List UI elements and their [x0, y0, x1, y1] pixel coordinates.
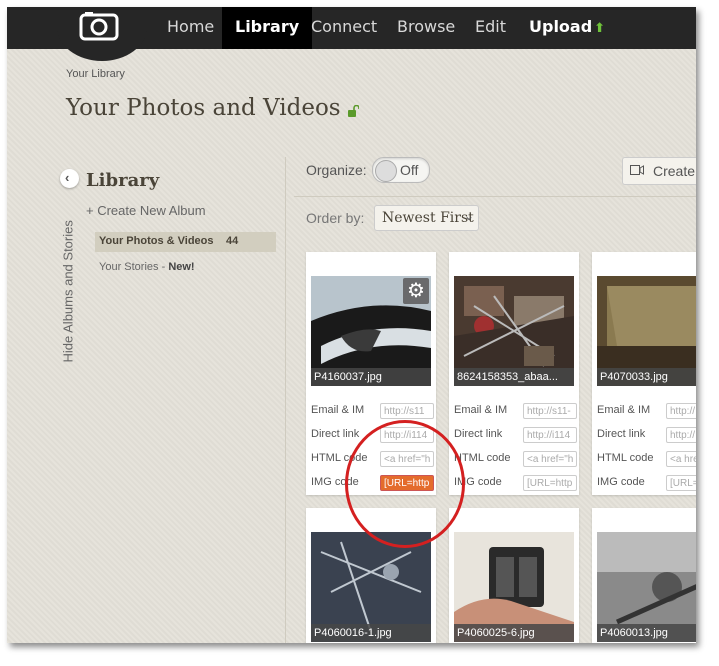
library-heading: Library	[86, 170, 160, 191]
divider	[285, 157, 286, 643]
photo-card[interactable]: P4060025-6.jpg	[449, 508, 579, 643]
photo-thumbnail[interactable]: P4060025-6.jpg	[454, 532, 574, 642]
nav-library[interactable]: Library	[222, 7, 313, 49]
sidebar-item-label: Your Photos & Videos	[99, 235, 214, 247]
direct-link-label: Direct link	[597, 428, 646, 440]
email-im-label: Email & IM	[311, 404, 365, 416]
direct-link-field[interactable]: http://i114	[523, 427, 577, 443]
img-code-label: IMG code	[597, 476, 645, 488]
photo-caption: P4060025-6.jpg	[454, 624, 574, 642]
photo-caption: 8624158353_abaa...	[454, 368, 574, 386]
photo-caption: P4060013.jpg	[597, 624, 696, 642]
email-im-label: Email & IM	[597, 404, 651, 416]
img-code-field[interactable]: [URL=http	[523, 475, 577, 491]
nav-upload-label: Upload	[529, 17, 593, 36]
orderby-label: Order by:	[306, 210, 365, 226]
photo-caption: P4070033.jpg	[597, 368, 696, 386]
gear-icon[interactable]: ⚙	[403, 278, 429, 304]
email-im-label: Email & IM	[454, 404, 508, 416]
email-im-field[interactable]: http://	[666, 403, 696, 419]
nav-home[interactable]: Home	[157, 7, 224, 49]
arrow-up-icon: ⬆	[594, 21, 606, 36]
html-code-field[interactable]: <a href	[666, 451, 696, 467]
create-button[interactable]: Create	[622, 157, 696, 185]
chevron-left-icon: ‹	[65, 170, 70, 185]
new-badge: New!	[168, 261, 195, 273]
nav-connect[interactable]: Connect	[301, 7, 387, 49]
nav-browse[interactable]: Browse	[387, 7, 465, 49]
create-label: Create	[653, 163, 696, 179]
hide-sidebar-button[interactable]: ‹	[60, 169, 79, 188]
toggle-knob	[375, 160, 397, 182]
direct-link-label: Direct link	[454, 428, 503, 440]
html-code-field[interactable]: <a href="h	[523, 451, 577, 467]
photo-thumbnail[interactable]: ⚙ P4160037.jpg	[311, 276, 431, 386]
page-title: Your Photos and Videos	[66, 95, 341, 121]
photo-thumbnail[interactable]: P4060016-1.jpg	[311, 532, 431, 642]
photo-thumbnail[interactable]: P4070033.jpg	[597, 276, 696, 386]
slideshow-icon	[630, 165, 644, 175]
sidebar-item-label: Your Stories -	[99, 261, 166, 273]
orderby-value: Newest First	[382, 210, 474, 226]
photo-card[interactable]: 8624158353_abaa... Email & IM http://s11…	[449, 252, 579, 495]
sidebar-item-photos-videos[interactable]: Your Photos & Videos 44	[95, 232, 276, 252]
hide-albums-label[interactable]: Hide Albums and Stories	[61, 187, 76, 362]
sidebar-item-stories[interactable]: Your Stories - New!	[99, 261, 195, 273]
img-code-field[interactable]: [URL=	[666, 475, 696, 491]
top-nav: Home Library Connect Browse Edit Upload ⬆	[7, 7, 696, 61]
nav-edit[interactable]: Edit	[465, 7, 516, 49]
annotation-circle	[345, 420, 465, 548]
organize-label: Organize:	[306, 162, 367, 178]
organize-toggle[interactable]: Off	[372, 157, 430, 183]
direct-link-label: Direct link	[311, 428, 360, 440]
photo-card[interactable]: P4070033.jpg Email & IM http:// Direct l…	[592, 252, 696, 495]
orderby-select[interactable]: Newest First ⌄	[374, 205, 479, 231]
photo-thumbnail[interactable]: P4060013.jpg	[597, 532, 696, 642]
camera-logo-icon[interactable]	[79, 11, 119, 41]
browser-frame: Home Library Connect Browse Edit Upload ⬆…	[7, 7, 696, 643]
direct-link-field[interactable]: http://	[666, 427, 696, 443]
photo-caption: P4060016-1.jpg	[311, 624, 431, 642]
photo-thumbnail[interactable]: 8624158353_abaa...	[454, 276, 574, 386]
unlock-icon[interactable]	[347, 105, 359, 117]
breadcrumb[interactable]: Your Library	[66, 68, 125, 80]
nav-upload[interactable]: Upload ⬆	[519, 7, 615, 49]
email-im-field[interactable]: http://s11-	[523, 403, 577, 419]
create-album-link[interactable]: + Create New Album	[86, 203, 206, 218]
html-code-label: HTML code	[597, 452, 654, 464]
chevron-down-icon: ⌄	[464, 209, 475, 223]
divider	[294, 196, 696, 197]
toggle-state: Off	[400, 162, 419, 178]
photo-count: 44	[226, 235, 239, 247]
email-im-field[interactable]: http://s11	[380, 403, 434, 419]
photo-card[interactable]: P4060013.jpg	[592, 508, 696, 643]
photo-caption: P4160037.jpg	[311, 368, 431, 386]
html-code-label: HTML code	[454, 452, 511, 464]
